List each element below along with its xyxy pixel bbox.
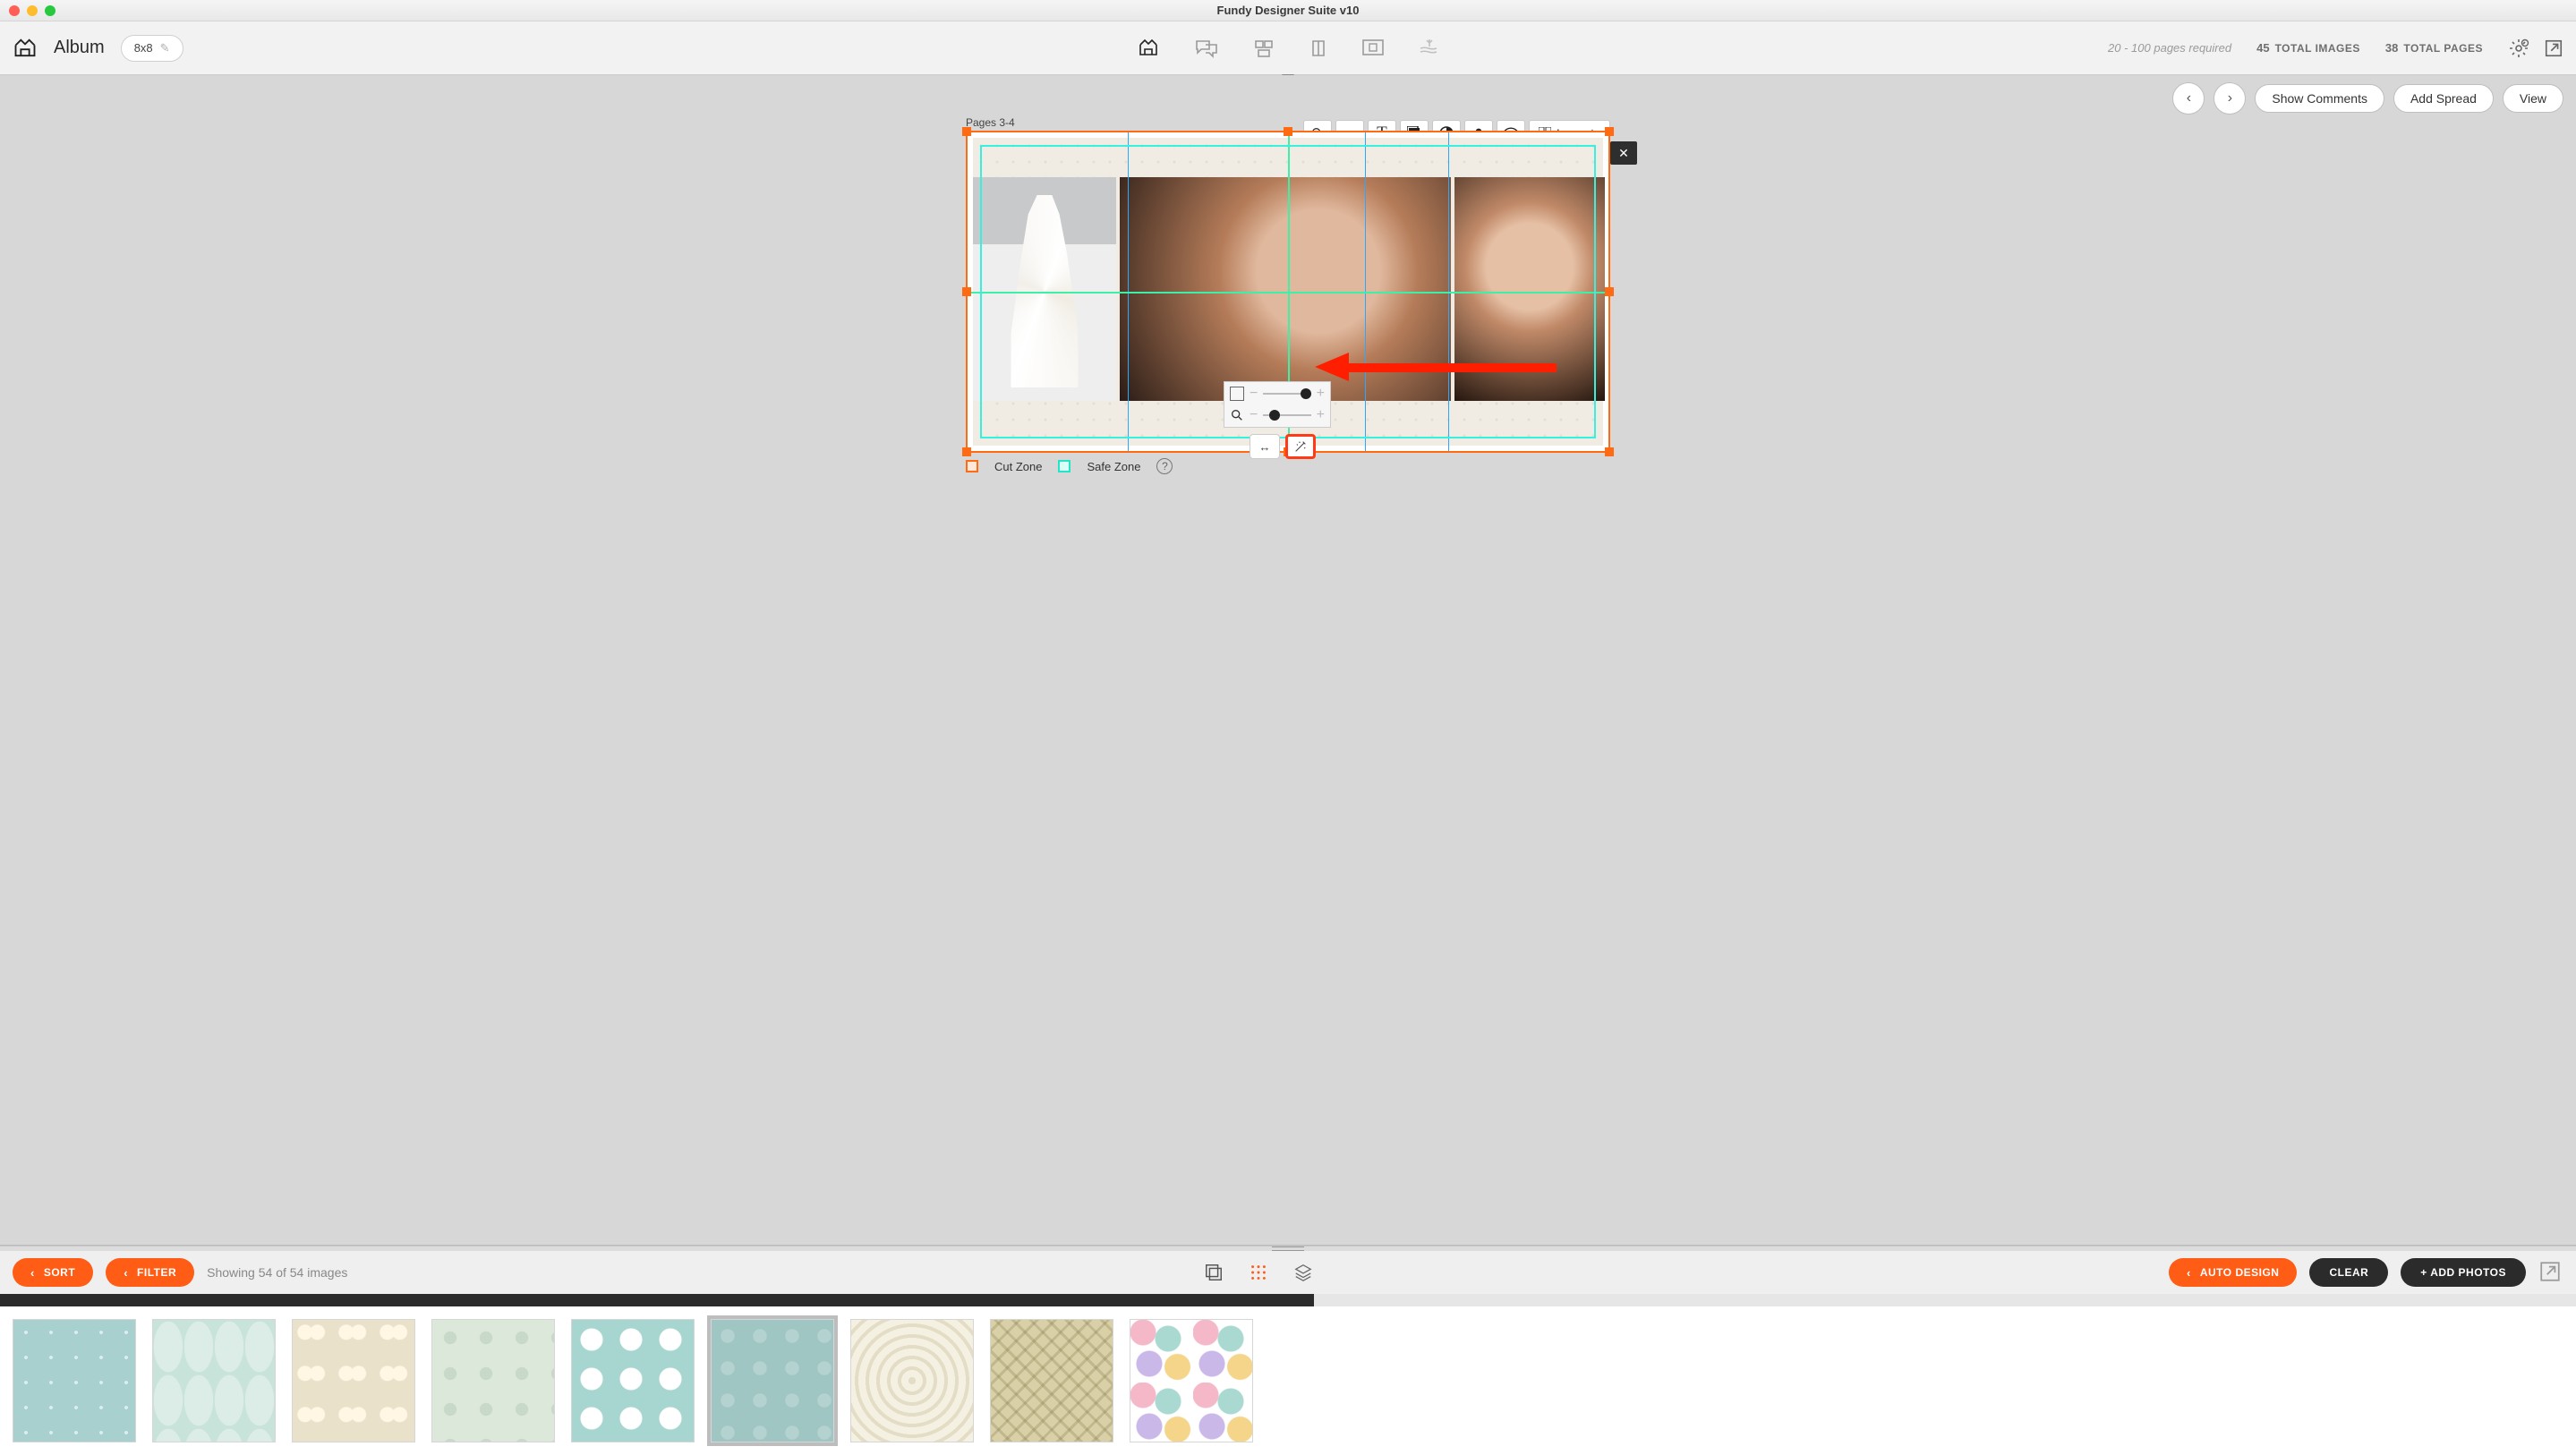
module-order-icon[interactable] — [1417, 38, 1440, 59]
zoom-slider[interactable]: − + — [1230, 407, 1325, 423]
opacity-slider[interactable]: − + — [1230, 386, 1325, 402]
minimize-window-button[interactable] — [27, 5, 38, 16]
total-images-stat: 45TOTAL IMAGES — [2256, 41, 2360, 55]
background-thumbnail[interactable] — [990, 1319, 1113, 1442]
add-spread-button[interactable]: Add Spread — [2393, 84, 2494, 113]
opacity-zoom-panel: − + − + ↔ — [1224, 381, 1331, 428]
pages-required-note: 20 - 100 pages required — [2108, 41, 2231, 55]
spread-photo-row — [973, 177, 1603, 401]
close-window-button[interactable] — [9, 5, 20, 16]
wand-icon — [1293, 439, 1308, 454]
external-open-icon[interactable] — [2544, 38, 2563, 58]
resize-handle[interactable] — [962, 447, 971, 456]
scroll-thumb[interactable] — [0, 1294, 1314, 1306]
show-comments-button[interactable]: Show Comments — [2255, 84, 2384, 113]
background-thumbnail[interactable] — [13, 1319, 136, 1442]
safe-zone-swatch — [1058, 460, 1070, 472]
resize-handle[interactable] — [962, 127, 971, 136]
album-spread[interactable]: ✕ − + − + ↔ — [966, 131, 1610, 453]
sort-button[interactable]: ‹SORT — [13, 1258, 93, 1287]
workspace-top-controls: ‹ › Show Comments Add Spread View — [0, 75, 2576, 122]
module-wall-icon[interactable] — [1252, 38, 1275, 59]
album-size-value: 8x8 — [134, 41, 153, 55]
magic-wand-button[interactable] — [1285, 434, 1316, 459]
module-card-icon[interactable] — [1308, 38, 1329, 59]
prev-spread-button[interactable]: ‹ — [2172, 82, 2205, 115]
module-frame-icon[interactable] — [1361, 38, 1385, 58]
project-stats: 20 - 100 pages required 45TOTAL IMAGES 3… — [2108, 38, 2563, 59]
view-button[interactable]: View — [2503, 84, 2563, 113]
safe-zone-label: Safe Zone — [1087, 460, 1140, 473]
window-title: Fundy Designer Suite v10 — [0, 4, 2576, 17]
zone-legend: Cut Zone Safe Zone ? — [966, 458, 1610, 474]
album-size-selector[interactable]: 8x8 ✎ — [121, 35, 183, 62]
opacity-icon — [1230, 387, 1244, 401]
well-layers-icon[interactable] — [1293, 1263, 1313, 1282]
filter-button[interactable]: ‹FILTER — [106, 1258, 194, 1287]
module-album-icon[interactable] — [1136, 38, 1161, 59]
background-thumbnail[interactable] — [152, 1319, 276, 1442]
background-thumbnail[interactable] — [850, 1319, 974, 1442]
resize-handle[interactable] — [1605, 127, 1614, 136]
add-photos-button[interactable]: + ADD PHOTOS — [2401, 1258, 2526, 1287]
background-thumbnail[interactable] — [431, 1319, 555, 1442]
spread-photo-1[interactable] — [973, 177, 1116, 401]
well-images-icon[interactable] — [1204, 1263, 1224, 1282]
resize-handle[interactable] — [1605, 447, 1614, 456]
app-toolbar: Album 8x8 ✎ 20 - 100 pages required 45TO… — [0, 21, 2576, 75]
spread-photo-2[interactable] — [1120, 177, 1451, 401]
help-icon[interactable]: ? — [1156, 458, 1173, 474]
mode-label: Album — [54, 38, 105, 58]
well-backgrounds-icon[interactable] — [1249, 1263, 1268, 1282]
resize-handle[interactable] — [962, 287, 971, 296]
spread-container: ↔ T Layouts Pages 3-4 — [966, 116, 1610, 474]
zoom-icon — [1230, 408, 1244, 422]
thumb-scrollbar[interactable] — [0, 1294, 2576, 1306]
clear-button[interactable]: CLEAR — [2309, 1258, 2388, 1287]
workspace: ‹ › Show Comments Add Spread View ↔ T La… — [0, 75, 2576, 1246]
cut-zone-label: Cut Zone — [994, 460, 1042, 473]
remove-spread-button[interactable]: ✕ — [1610, 141, 1637, 165]
cut-zone-swatch — [966, 460, 978, 472]
settings-gear-icon[interactable] — [2508, 38, 2529, 59]
expand-panel-icon[interactable] — [2538, 1260, 2563, 1285]
background-thumbnail[interactable] — [571, 1319, 695, 1442]
maximize-window-button[interactable] — [45, 5, 55, 16]
window-titlebar: Fundy Designer Suite v10 — [0, 0, 2576, 21]
next-spread-button[interactable]: › — [2213, 82, 2246, 115]
total-pages-stat: 38TOTAL PAGES — [2385, 41, 2483, 55]
module-tabs — [1136, 38, 1440, 59]
background-thumbnail[interactable] — [292, 1319, 415, 1442]
resize-handle[interactable] — [1605, 287, 1614, 296]
image-well-toolbar: ‹SORT ‹FILTER Showing 54 of 54 images ‹A… — [0, 1251, 2576, 1294]
background-thumbnail[interactable] — [711, 1319, 834, 1442]
module-chat-icon[interactable] — [1193, 38, 1220, 59]
background-thumbnail[interactable] — [1130, 1319, 1253, 1442]
window-controls — [0, 5, 55, 16]
background-thumbnails — [0, 1306, 2576, 1455]
app-logo-icon — [13, 36, 38, 61]
swap-horizontal-button[interactable]: ↔ — [1250, 434, 1280, 459]
spread-photo-3[interactable] — [1454, 177, 1605, 401]
pencil-icon: ✎ — [160, 41, 170, 55]
well-view-tabs — [1204, 1263, 1313, 1282]
auto-design-button[interactable]: ‹AUTO DESIGN — [2169, 1258, 2297, 1287]
showing-count-label: Showing 54 of 54 images — [207, 1265, 347, 1280]
resize-handle[interactable] — [1284, 127, 1292, 136]
